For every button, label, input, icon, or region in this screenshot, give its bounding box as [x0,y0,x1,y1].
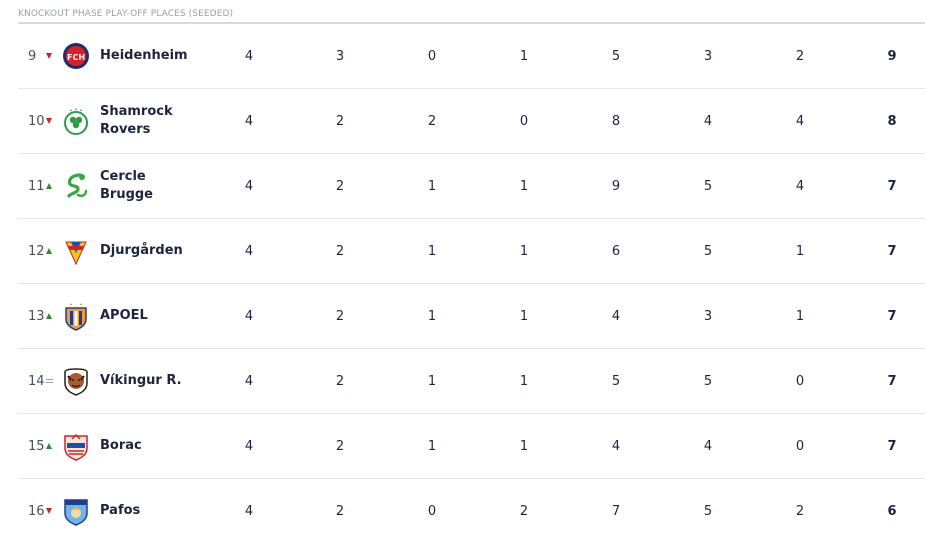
played: 4 [244,178,254,194]
apoel-crest-icon[interactable] [62,301,90,331]
goals-for: 4 [611,308,621,324]
won: 2 [335,113,345,129]
points: 7 [887,308,897,324]
drawn: 1 [427,373,437,389]
trend-down-icon [46,89,56,153]
team-name[interactable]: Víkingur R. [100,349,200,413]
vikingur-crest-icon[interactable] [62,366,90,396]
svg-text:FCH: FCH [67,53,85,62]
goals-against: 3 [703,48,713,64]
points: 7 [887,438,897,454]
table-row[interactable]: 10 Shamrock Rovers 4 2 2 0 8 4 4 8 [18,89,925,154]
drawn: 1 [427,243,437,259]
table-row[interactable]: 14 Víkingur R. 4 2 1 1 5 5 0 7 [18,349,925,414]
trend-down-icon [46,24,56,88]
goals-against: 4 [703,438,713,454]
won: 2 [335,503,345,519]
played: 4 [244,48,254,64]
standings-table: 9 FCH Heidenheim 4 3 0 1 5 3 2 9 10 Sham… [18,24,925,543]
lost: 1 [519,373,529,389]
goals-for: 6 [611,243,621,259]
lost: 2 [519,503,529,519]
team-name[interactable]: Djurgården [100,219,200,283]
drawn: 0 [427,48,437,64]
goals-against: 3 [703,308,713,324]
goals-for: 8 [611,113,621,129]
points: 7 [887,373,897,389]
trend-same-icon [46,349,56,413]
section-title: KNOCKOUT PHASE PLAY-OFF PLACES (SEEDED) [18,9,234,19]
drawn: 0 [427,503,437,519]
table-row[interactable]: 9 FCH Heidenheim 4 3 0 1 5 3 2 9 [18,24,925,89]
drawn: 1 [427,308,437,324]
played: 4 [244,438,254,454]
table-row[interactable]: 12 Djurgården 4 2 1 1 6 5 1 7 [18,219,925,284]
won: 2 [335,308,345,324]
team-name[interactable]: Pafos [100,479,200,543]
points: 7 [887,243,897,259]
goals-against: 5 [703,178,713,194]
goals-against: 5 [703,243,713,259]
goals-for: 7 [611,503,621,519]
goal-difference: 1 [795,308,805,324]
won: 2 [335,373,345,389]
drawn: 2 [427,113,437,129]
points: 7 [887,178,897,194]
points: 9 [887,48,897,64]
lost: 1 [519,48,529,64]
lost: 1 [519,308,529,324]
won: 2 [335,178,345,194]
trend-up-icon [46,414,56,478]
team-name[interactable]: Heidenheim [100,24,200,88]
points: 6 [887,503,897,519]
played: 4 [244,308,254,324]
team-name[interactable]: Shamrock Rovers [100,89,200,153]
lost: 0 [519,113,529,129]
played: 4 [244,503,254,519]
drawn: 1 [427,438,437,454]
team-name[interactable]: Cercle Brugge [100,154,200,218]
team-name[interactable]: Borac [100,414,200,478]
played: 4 [244,243,254,259]
cercle-brugge-crest-icon[interactable] [62,171,90,201]
won: 2 [335,243,345,259]
goals-for: 5 [611,48,621,64]
goal-difference: 1 [795,243,805,259]
goal-difference: 4 [795,113,805,129]
team-name[interactable]: APOEL [100,284,200,348]
table-row[interactable]: 13 APOEL 4 2 1 1 4 3 1 7 [18,284,925,349]
shamrock-rovers-crest-icon[interactable] [62,106,90,136]
heidenheim-crest-icon[interactable]: FCH [62,41,90,71]
goals-for: 9 [611,178,621,194]
goal-difference: 0 [795,438,805,454]
goals-for: 4 [611,438,621,454]
trend-down-icon [46,479,56,543]
goal-difference: 2 [795,48,805,64]
won: 3 [335,48,345,64]
lost: 1 [519,438,529,454]
lost: 1 [519,178,529,194]
goals-against: 5 [703,503,713,519]
djurgarden-crest-icon[interactable] [62,236,90,266]
table-row[interactable]: 16 Pafos 4 2 0 2 7 5 2 6 [18,479,925,543]
goals-for: 5 [611,373,621,389]
table-row[interactable]: 11 Cercle Brugge 4 2 1 1 9 5 4 7 [18,154,925,219]
lost: 1 [519,243,529,259]
goals-against: 5 [703,373,713,389]
points: 8 [887,113,897,129]
goal-difference: 2 [795,503,805,519]
pafos-crest-icon[interactable] [62,496,90,526]
trend-up-icon [46,154,56,218]
borac-crest-icon[interactable] [62,431,90,461]
trend-up-icon [46,219,56,283]
table-row[interactable]: 15 Borac 4 2 1 1 4 4 0 7 [18,414,925,479]
played: 4 [244,373,254,389]
drawn: 1 [427,178,437,194]
goal-difference: 4 [795,178,805,194]
goal-difference: 0 [795,373,805,389]
trend-up-icon [46,284,56,348]
goals-against: 4 [703,113,713,129]
won: 2 [335,438,345,454]
played: 4 [244,113,254,129]
